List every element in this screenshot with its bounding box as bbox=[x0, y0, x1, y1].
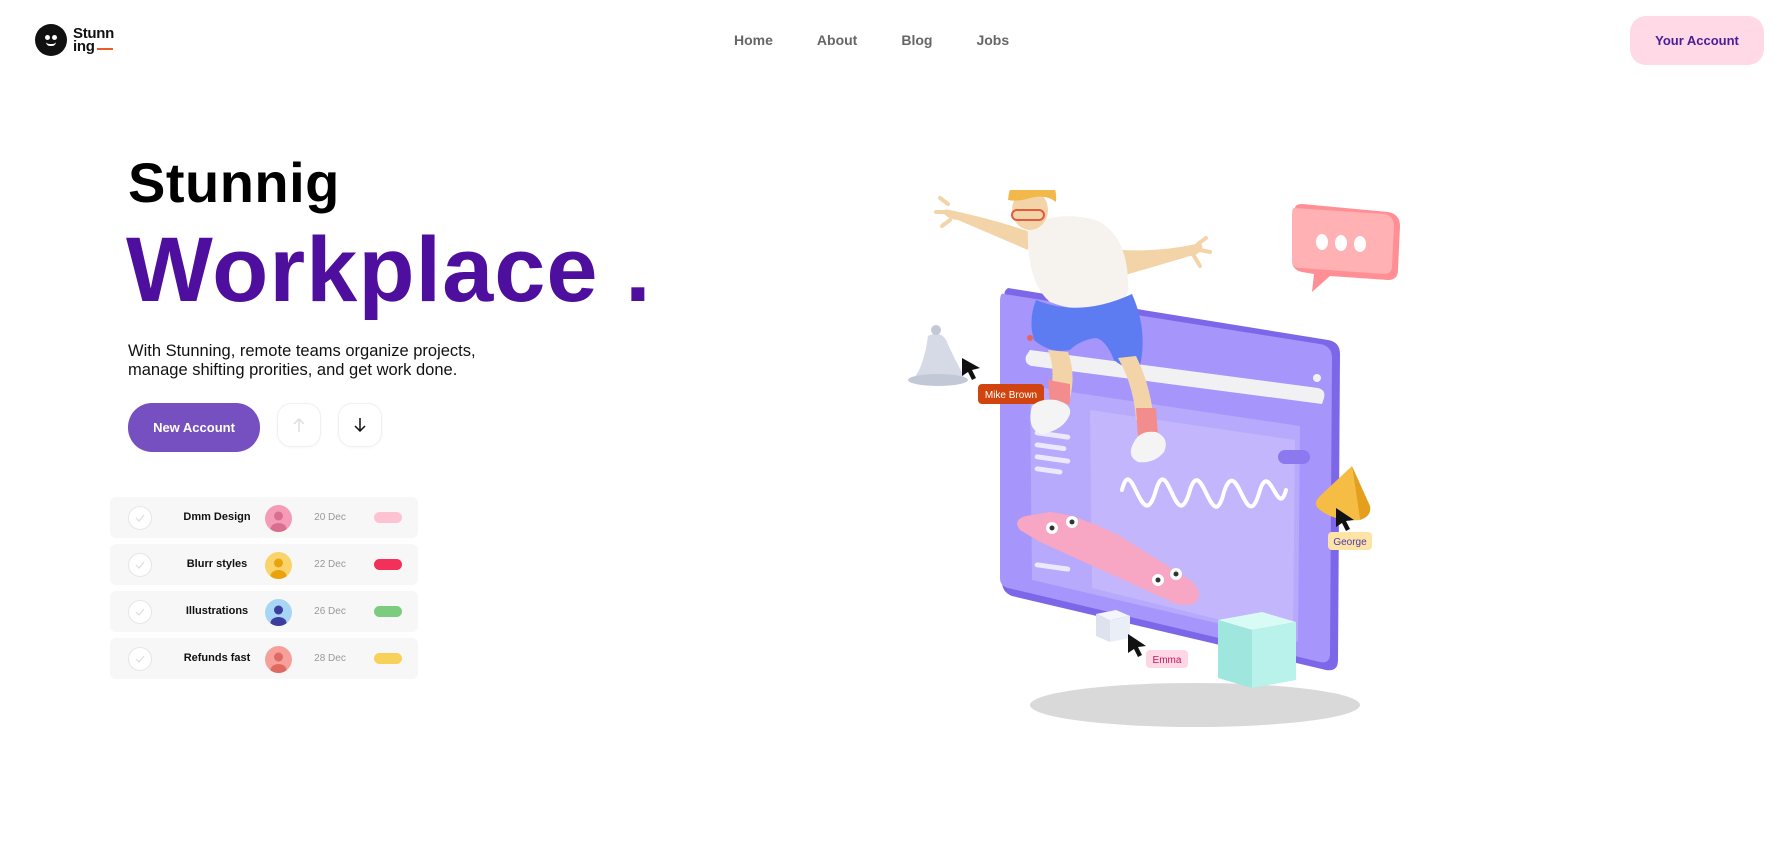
check-icon bbox=[135, 655, 145, 663]
status-pill bbox=[374, 559, 402, 570]
svg-text:George: George bbox=[1333, 537, 1367, 548]
main-nav: Home About Blog Jobs bbox=[734, 32, 1009, 48]
task-checkbox[interactable] bbox=[128, 553, 152, 577]
task-name: Dmm Design bbox=[183, 511, 251, 523]
task-name: Refunds fast bbox=[183, 652, 251, 664]
floor-shadow bbox=[1030, 683, 1360, 727]
svg-text:Emma: Emma bbox=[1153, 655, 1182, 666]
avatar bbox=[265, 646, 292, 673]
check-icon bbox=[135, 514, 145, 522]
check-icon bbox=[135, 608, 145, 616]
check-icon bbox=[135, 561, 145, 569]
tag-george: George bbox=[1328, 532, 1372, 550]
task-name: Blurr styles bbox=[186, 558, 248, 570]
task-date: 20 Dec bbox=[314, 512, 346, 523]
hero-description: With Stunning, remote teams organize pro… bbox=[128, 342, 476, 379]
nav-jobs[interactable]: Jobs bbox=[976, 32, 1009, 48]
logo-text: Stunn ing bbox=[73, 25, 114, 55]
nav-home[interactable]: Home bbox=[734, 32, 773, 48]
hero-illustration: Mike Brown George Emma bbox=[908, 190, 1400, 727]
task-row[interactable]: Illustrations 26 Dec bbox=[110, 591, 418, 632]
your-account-button[interactable]: Your Account bbox=[1630, 16, 1764, 65]
close-dot bbox=[1313, 374, 1321, 382]
avatar bbox=[265, 505, 292, 532]
arrow-up-icon bbox=[293, 418, 305, 432]
hero-title-line2: Workplace . bbox=[126, 219, 652, 321]
new-account-button[interactable]: New Account bbox=[128, 403, 260, 452]
tag-emma: Emma bbox=[1146, 650, 1188, 668]
task-list: Dmm Design 20 Dec Blurr styles 22 Dec Il… bbox=[110, 497, 418, 685]
task-checkbox[interactable] bbox=[128, 506, 152, 530]
avatar bbox=[265, 599, 292, 626]
task-date: 28 Dec bbox=[314, 653, 346, 664]
cursor-icon bbox=[962, 358, 980, 380]
chat-bubble-icon bbox=[1292, 204, 1400, 292]
nav-blog[interactable]: Blog bbox=[901, 32, 932, 48]
task-date: 22 Dec bbox=[314, 559, 346, 570]
scroll-down-button[interactable] bbox=[338, 403, 382, 447]
task-checkbox[interactable] bbox=[128, 600, 152, 624]
task-row[interactable]: Dmm Design 20 Dec bbox=[110, 497, 418, 538]
logo[interactable]: Stunn ing bbox=[35, 24, 114, 56]
task-checkbox[interactable] bbox=[128, 647, 152, 671]
nav-about[interactable]: About bbox=[817, 32, 857, 48]
logo-icon bbox=[35, 24, 67, 56]
avatar bbox=[265, 552, 292, 579]
scroll-up-button[interactable] bbox=[277, 403, 321, 447]
bell-icon bbox=[908, 325, 968, 386]
status-pill bbox=[374, 606, 402, 617]
task-row[interactable]: Blurr styles 22 Dec bbox=[110, 544, 418, 585]
cube-large bbox=[1218, 612, 1296, 688]
status-pill bbox=[374, 512, 402, 523]
task-date: 26 Dec bbox=[314, 606, 346, 617]
task-name: Illustrations bbox=[185, 605, 249, 617]
cube-small bbox=[1096, 610, 1130, 642]
cursor-icon bbox=[1128, 634, 1146, 657]
svg-text:Mike Brown: Mike Brown bbox=[985, 390, 1037, 401]
hero-title-line1: Stunnig bbox=[128, 151, 340, 214]
arrow-down-icon bbox=[354, 418, 366, 433]
tag-mike-brown: Mike Brown bbox=[978, 384, 1044, 404]
status-pill bbox=[374, 653, 402, 664]
task-row[interactable]: Refunds fast 28 Dec bbox=[110, 638, 418, 679]
